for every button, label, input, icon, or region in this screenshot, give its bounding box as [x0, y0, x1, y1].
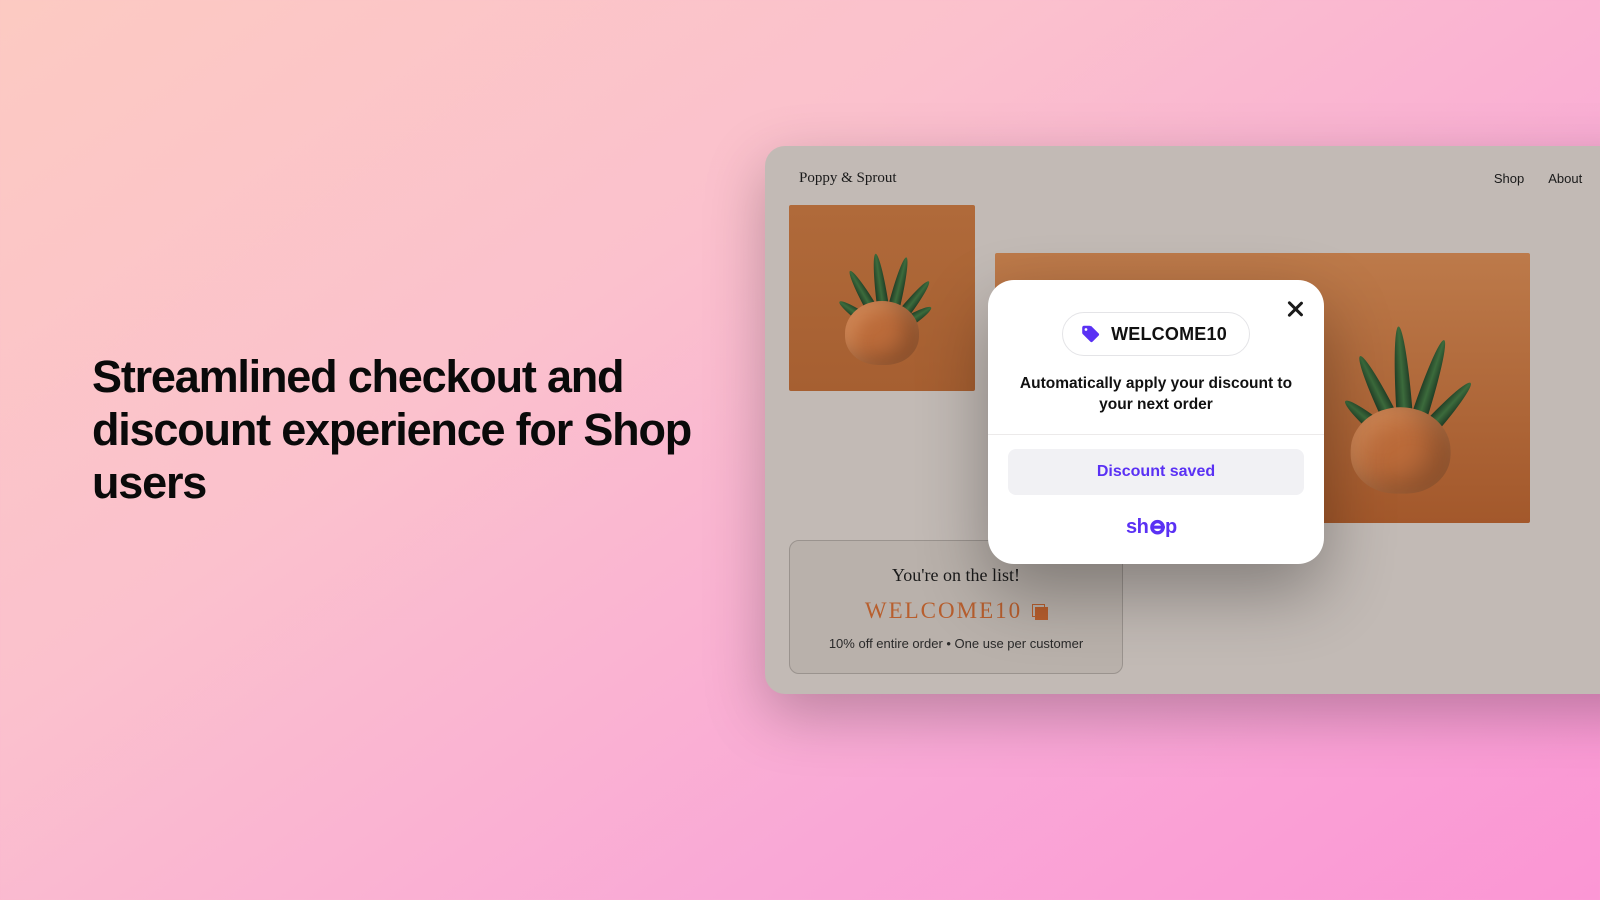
promo-terms: 10% off entire order • One use per custo… — [802, 636, 1110, 651]
discount-modal: WELCOME10 Automatically apply your disco… — [988, 280, 1324, 564]
site-nav: Shop About Contact — [1494, 171, 1600, 186]
copy-icon[interactable] — [1032, 604, 1047, 619]
divider — [988, 434, 1324, 435]
discount-code-pill: WELCOME10 — [1062, 312, 1250, 356]
product-image-small — [789, 205, 975, 391]
headline: Streamlined checkout and discount experi… — [92, 350, 692, 509]
svg-text:p: p — [1165, 516, 1177, 538]
nav-about[interactable]: About — [1548, 171, 1582, 186]
promo-code[interactable]: WELCOME10 — [865, 598, 1047, 624]
modal-code-text: WELCOME10 — [1111, 324, 1227, 345]
close-icon[interactable] — [1284, 298, 1306, 320]
promo-title: You're on the list! — [802, 565, 1110, 586]
promo-code-text: WELCOME10 — [865, 598, 1022, 624]
shop-logo: sh p — [1008, 515, 1304, 544]
tag-icon — [1079, 323, 1101, 345]
discount-saved-button[interactable]: Discount saved — [1008, 449, 1304, 495]
modal-message: Automatically apply your discount to you… — [1008, 374, 1304, 434]
svg-text:sh: sh — [1126, 516, 1148, 538]
site-header: Poppy & Sprout Shop About Contact — [765, 146, 1600, 205]
brand-name[interactable]: Poppy & Sprout — [799, 170, 897, 187]
nav-shop[interactable]: Shop — [1494, 171, 1524, 186]
